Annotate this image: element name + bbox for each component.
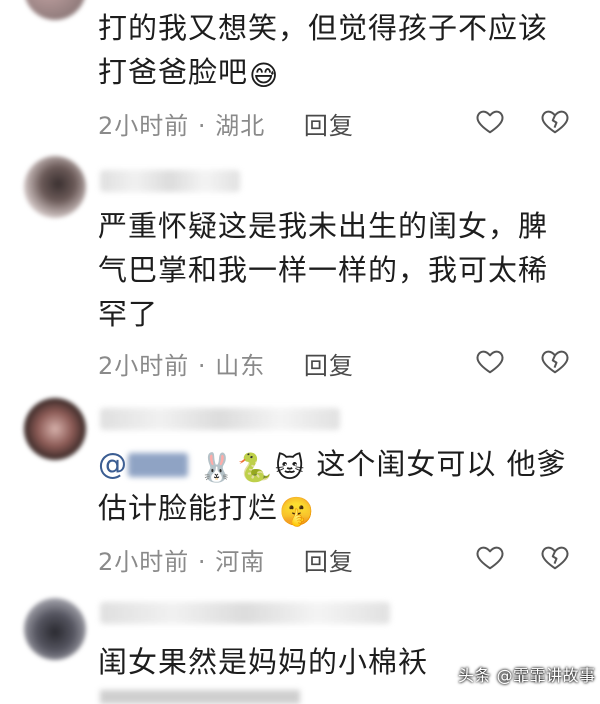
username-blurred[interactable] — [100, 408, 340, 430]
comment-location: 山东 — [215, 352, 266, 380]
broken-heart-icon[interactable] — [540, 346, 570, 376]
comment-time: 2小时前 — [98, 112, 190, 140]
comment-text: 严重怀疑这是我未出生的闺女，脾 气巴掌和我一样一样的，我可太稀 罕了 — [98, 209, 549, 331]
comment-meta: 2小时前 · 河南 回复 — [98, 542, 354, 577]
avatar[interactable] — [24, 156, 86, 218]
meta-separator: · — [197, 352, 207, 380]
comment-text: 打的我又想笑，但觉得孩子不应该 打爸爸脸吧😅 — [98, 11, 549, 92]
mention-link[interactable]: @ — [98, 447, 188, 481]
comment-meta: 2小时前 · 山东 回复 — [98, 346, 354, 381]
avatar[interactable] — [24, 0, 86, 20]
meta-blurred — [100, 690, 300, 704]
reply-button[interactable]: 回复 — [304, 548, 354, 576]
meta-separator: · — [197, 112, 207, 140]
rabbit-emoji-icon: 🐰 — [199, 451, 236, 484]
avatar[interactable] — [24, 598, 86, 660]
reply-button[interactable]: 回复 — [304, 112, 354, 140]
snake-emoji-icon: 🐍 — [237, 451, 273, 484]
reply-button[interactable]: 回复 — [304, 352, 354, 380]
meta-separator: · — [197, 548, 207, 576]
watermark: 头条 @霏霏讲故事 — [458, 666, 596, 685]
comment-text: @ 🐰🐍🐱 这个闺女可以 他爹 估计脸能打烂🤫 — [98, 447, 567, 528]
comment-time: 2小时前 — [98, 548, 190, 576]
heart-like-icon[interactable] — [475, 542, 505, 572]
comment-location: 湖北 — [215, 112, 266, 140]
comment-time: 2小时前 — [98, 352, 190, 380]
username-blurred[interactable] — [100, 602, 390, 624]
avatar[interactable] — [24, 398, 86, 460]
username-blurred[interactable] — [100, 170, 240, 192]
broken-heart-icon[interactable] — [540, 106, 570, 136]
sweat-smile-emoji-icon: 😅 — [249, 59, 280, 92]
heart-like-icon[interactable] — [475, 106, 505, 136]
shushing-face-emoji-icon: 🤫 — [279, 495, 315, 528]
comment-meta: 2小时前 · 湖北 回复 — [98, 106, 354, 141]
heart-like-icon[interactable] — [475, 346, 505, 376]
cat-emoji-icon: 🐱 — [274, 451, 306, 484]
comment-location: 河南 — [215, 548, 266, 576]
broken-heart-icon[interactable] — [540, 542, 570, 572]
